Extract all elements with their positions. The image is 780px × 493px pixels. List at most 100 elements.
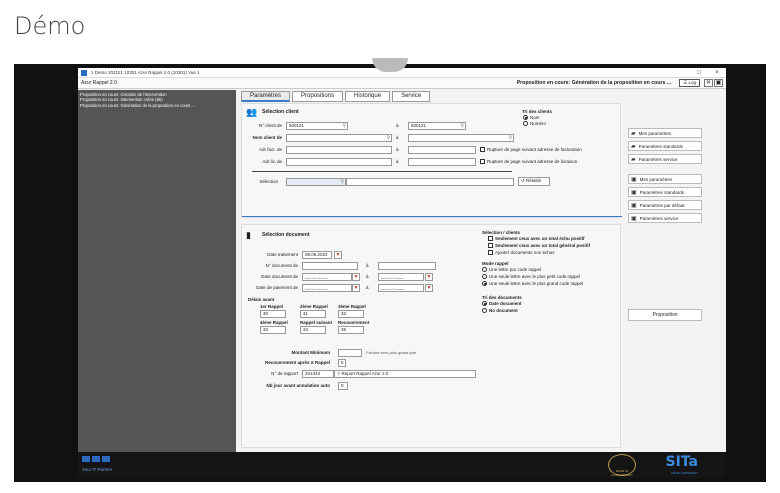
- no-rapport-input[interactable]: 201343: [302, 370, 334, 378]
- save-icon[interactable]: ▣: [714, 79, 723, 87]
- search-icon[interactable]: ⚲: [386, 135, 390, 141]
- folder-icon: ▰: [631, 143, 636, 150]
- montant-min-note: Facture sera plus grand que: [366, 350, 417, 355]
- nom-client-from-input[interactable]: ⚲: [286, 134, 392, 142]
- no-client-to-input[interactable]: 500121 ⚲: [408, 122, 466, 130]
- opt-non-echus-checkbox[interactable]: [488, 250, 493, 255]
- search-icon[interactable]: ⚲: [460, 123, 464, 129]
- log-button[interactable]: ☰ Log: [679, 79, 700, 87]
- nb-jours-input[interactable]: 0: [338, 382, 348, 390]
- montant-min-input[interactable]: [338, 349, 362, 357]
- rapport-name-field[interactable]: ⚲ Report Rappel Azur 2.0: [334, 370, 476, 378]
- divider: [252, 171, 512, 172]
- rappel3-label: 3ème Rappel: [338, 304, 366, 309]
- save-parametres-standards-button[interactable]: ▣ Paramètres standards: [628, 187, 702, 197]
- brand-logo: SITa: [665, 454, 698, 470]
- tri-nom-radio[interactable]: [523, 115, 528, 120]
- parametres-service-button[interactable]: ▰ Paramètres service: [628, 154, 702, 164]
- minimize-button[interactable]: □: [690, 70, 708, 76]
- calendar-icon[interactable]: ▼: [352, 284, 360, 292]
- recouvrement-label: Recouvrement: [338, 320, 370, 325]
- to-label: à: [366, 274, 369, 279]
- save-mes-parametres-button[interactable]: ▣ Mes paramètres: [628, 174, 702, 184]
- adr-liv-to-input[interactable]: [408, 158, 476, 166]
- title-bar: 1 Demo 202121 10301 Azur Rappel 2.0 (103…: [78, 68, 726, 78]
- proposition-button[interactable]: Proposition: [628, 309, 702, 321]
- nom-client-label: Nom client de: [252, 135, 282, 140]
- rupture-fact-checkbox[interactable]: [480, 147, 485, 152]
- no-client-to-value: 500121: [411, 123, 427, 128]
- no-document-to-input[interactable]: [378, 262, 436, 270]
- selection-input[interactable]: ⚲: [286, 178, 346, 186]
- close-button[interactable]: ×: [708, 70, 726, 76]
- tri-date-radio[interactable]: [482, 301, 487, 306]
- badge-text: MADE IN LUXEMBOURG: [611, 469, 633, 477]
- save-parametres-defaut-button[interactable]: ▣ Paramètres par défaut: [628, 200, 702, 210]
- tools-icon[interactable]: ✕: [704, 79, 713, 87]
- calendar-icon[interactable]: ▼: [425, 284, 433, 292]
- nom-client-to-input[interactable]: ⚲: [408, 134, 514, 142]
- log-sidebar: Proposition en cours: Création de l'inte…: [78, 90, 236, 458]
- rupture-fact-label: Rupture de page suivant adresse de factu…: [487, 147, 582, 152]
- montant-min-label: Montant Minimum: [291, 350, 331, 355]
- calendar-icon[interactable]: ▼: [334, 251, 342, 259]
- tab-propositions[interactable]: Propositions: [292, 91, 344, 102]
- retablir-button[interactable]: ↺ Rétablir: [518, 177, 550, 186]
- recouv-apres-input[interactable]: 5: [338, 359, 346, 367]
- date-document-from-input[interactable]: __.__.____: [302, 273, 352, 281]
- no-client-from-value: 500121: [289, 123, 305, 128]
- search-icon[interactable]: ⚲: [508, 135, 512, 141]
- tri-date-label: Date document: [489, 301, 522, 306]
- tab-historique[interactable]: Historique: [345, 91, 391, 102]
- company-logo: [82, 456, 110, 462]
- to-label: à: [396, 123, 399, 128]
- tab-service[interactable]: Service: [392, 91, 431, 102]
- opt-echu-checkbox[interactable]: [488, 236, 493, 241]
- mode1-radio[interactable]: [482, 267, 487, 272]
- date-document-to-input[interactable]: __.__.____: [378, 273, 424, 281]
- rappel1-input[interactable]: 30: [260, 310, 286, 318]
- rappel4-input[interactable]: 33: [260, 326, 286, 334]
- button-label: Mes paramètres: [638, 130, 672, 136]
- calendar-icon[interactable]: ▼: [425, 273, 433, 281]
- date-paiement-from-input[interactable]: __.__.____: [302, 284, 352, 292]
- rappel2-input[interactable]: 31: [300, 310, 326, 318]
- mes-parametres-button[interactable]: ▰ Mes paramètres: [628, 128, 702, 138]
- log-label: Log: [688, 80, 696, 85]
- rappel2-label: 2ème Rappel: [300, 304, 328, 309]
- adr-fact-to-input[interactable]: [408, 146, 476, 154]
- opt-general-checkbox[interactable]: [488, 243, 493, 248]
- save-icon: ▣: [631, 176, 637, 183]
- tab-bar: Paramètres Propositions Historique Servi…: [241, 91, 621, 102]
- recouvrement-input[interactable]: 35: [338, 326, 364, 334]
- save-parametres-service-button[interactable]: ▣ Paramètres service: [628, 213, 702, 223]
- mode2-radio[interactable]: [482, 274, 487, 279]
- search-icon[interactable]: ⚲: [342, 123, 346, 129]
- rupture-liv-checkbox[interactable]: [480, 159, 485, 164]
- tri-numero-radio[interactable]: [523, 121, 528, 126]
- rappel3-input[interactable]: 32: [338, 310, 364, 318]
- adr-fact-label: Adr fact. de: [258, 147, 282, 152]
- adr-fact-from-input[interactable]: [286, 146, 392, 154]
- no-document-from-input[interactable]: [302, 262, 358, 270]
- document-icon: ▮: [246, 230, 251, 240]
- rappel-suivant-input[interactable]: 34: [300, 326, 326, 334]
- selection-clients-title: Sélection / clients: [482, 230, 521, 235]
- mode1-label: Une lettre par code rappel: [489, 267, 542, 272]
- search-icon[interactable]: ⚲: [340, 179, 344, 185]
- parametres-standards-button[interactable]: ▰ Paramètres standards: [628, 141, 702, 151]
- date-paiement-to-input[interactable]: __.__.____: [378, 284, 424, 292]
- to-label: à: [396, 147, 399, 152]
- tab-parametres[interactable]: Paramètres: [241, 91, 291, 102]
- date-traitement-input[interactable]: 08.06.2022: [302, 251, 332, 259]
- no-client-from-input[interactable]: 500121 ⚲: [286, 122, 348, 130]
- calendar-icon[interactable]: ▼: [352, 273, 360, 281]
- rapport-name: Report Rappel Azur 2.0: [341, 371, 389, 376]
- app-header: Azur Rappel 2.0 Proposition en cours: Gé…: [78, 78, 726, 89]
- adr-liv-from-input[interactable]: [286, 158, 392, 166]
- tri-no-radio[interactable]: [482, 308, 487, 313]
- save-icon: ▣: [631, 202, 637, 209]
- mode3-radio[interactable]: [482, 281, 487, 286]
- opt-non-echus-label: Ajouter documents non échus: [495, 250, 555, 255]
- screenshot-frame: 1 Demo 202121 10301 Azur Rappel 2.0 (103…: [14, 64, 766, 482]
